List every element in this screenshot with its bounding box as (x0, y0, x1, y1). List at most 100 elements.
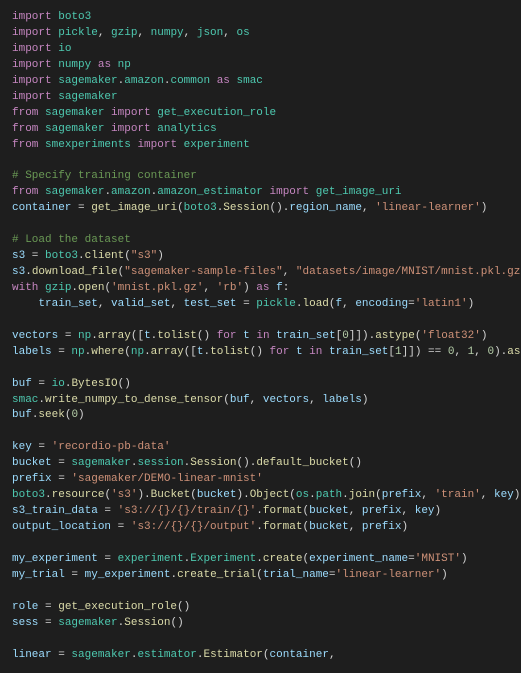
code-token: sess (12, 617, 38, 629)
code-token: . (256, 553, 263, 565)
code-token: Session (190, 457, 236, 469)
code-token: Bucket (151, 489, 191, 501)
code-line: import io (12, 42, 509, 58)
code-token (210, 75, 217, 87)
code-line: bucket = sagemaker.session.Session().def… (12, 456, 509, 472)
code-token: as (256, 282, 269, 294)
code-token: Session (223, 202, 269, 214)
code-token: (). (237, 457, 257, 469)
code-line: buf = io.BytesIO() (12, 377, 509, 393)
code-token: amazon (124, 75, 164, 87)
code-token: = (32, 378, 52, 390)
code-token: open (78, 282, 104, 294)
code-token: bucket (309, 505, 349, 517)
code-token: with (12, 282, 38, 294)
code-token: train_set (38, 298, 97, 310)
code-token: from (12, 123, 38, 135)
code-token: my_trial (12, 569, 65, 581)
code-token: import (111, 107, 151, 119)
code-token: , (349, 521, 362, 533)
code-token (230, 75, 237, 87)
code-token: container (12, 202, 71, 214)
code-token: import (12, 11, 52, 23)
code-token: np (118, 59, 131, 71)
code-line: train_set, valid_set, test_set = pickle.… (12, 297, 509, 313)
code-token: . (184, 553, 191, 565)
code-token: np (71, 346, 84, 358)
code-token: prefix (382, 489, 422, 501)
code-token: prefix (12, 473, 52, 485)
code-token: pickle (256, 298, 296, 310)
code-token: resource (52, 489, 105, 501)
code-token: "datasets/image/MNIST/mnist.pkl.gz" (296, 266, 521, 278)
code-token: ( (303, 553, 310, 565)
code-token: 'MNIST' (415, 553, 461, 565)
code-token: ( (223, 394, 230, 406)
code-token: container (270, 649, 329, 661)
code-token: ([ (184, 346, 197, 358)
code-token: io (52, 378, 65, 390)
code-token: get_execution_role (58, 601, 177, 613)
code-token: = (52, 473, 72, 485)
code-token: labels (322, 394, 362, 406)
code-token: create_trial (177, 569, 256, 581)
code-token: amazon (111, 186, 151, 198)
code-line: output_location = 's3://{}/{}/output'.fo… (12, 520, 509, 536)
code-token: 0 (342, 330, 349, 342)
code-token: 'mnist.pkl.gz' (111, 282, 203, 294)
code-token: seek (38, 409, 64, 421)
code-token: io (58, 43, 71, 55)
code-token: ). (236, 489, 249, 501)
code-token: () (349, 457, 362, 469)
code-token: my_experiment (12, 553, 98, 565)
code-token: amazon_estimator (157, 186, 263, 198)
code-token: ( (177, 202, 184, 214)
code-token: "sagemaker-sample-files" (124, 266, 282, 278)
code-token: write_numpy_to_dense_tensor (45, 394, 223, 406)
code-token: sagemaker (71, 649, 130, 661)
code-token: where (91, 346, 124, 358)
code-token: . (296, 298, 303, 310)
code-token: ). (137, 489, 150, 501)
code-token: , (309, 394, 322, 406)
code-token: f (276, 282, 283, 294)
code-token: : (283, 282, 290, 294)
code-token: . (78, 250, 85, 262)
code-token: prefix (362, 521, 402, 533)
code-token: train_set (329, 346, 388, 358)
code-line (12, 313, 509, 329)
code-line (12, 584, 509, 600)
code-token: astype (507, 346, 521, 358)
code-token: ). (494, 346, 507, 358)
code-token: . (144, 346, 151, 358)
code-token: = (52, 457, 72, 469)
code-token: array (98, 330, 131, 342)
code-token: BytesIO (71, 378, 117, 390)
code-token: )). (514, 489, 521, 501)
code-line: from sagemaker.amazon.amazon_estimator i… (12, 185, 509, 201)
code-token: ) (481, 330, 488, 342)
code-token: download_file (32, 266, 118, 278)
code-token: 's3' (111, 489, 137, 501)
code-token: ) (243, 282, 256, 294)
code-token: (). (270, 202, 290, 214)
code-token: create (263, 553, 303, 565)
code-token: , (349, 505, 362, 517)
code-token: 's3://{}/{}/train/{}' (118, 505, 257, 517)
code-token: 'rb' (217, 282, 243, 294)
code-token: sagemaker (45, 123, 104, 135)
code-token: smac (237, 75, 263, 87)
code-line: import sagemaker (12, 90, 509, 106)
code-token: import (12, 75, 52, 87)
code-token: ( (289, 489, 296, 501)
code-token: in (256, 330, 269, 342)
code-token: os (236, 27, 249, 39)
code-token: 'sagemaker/DEMO-linear-mnist' (71, 473, 262, 485)
code-token: ) (78, 409, 85, 421)
code-token: gzip (45, 282, 71, 294)
code-token: = (65, 569, 85, 581)
code-token: , (481, 489, 494, 501)
code-token: boto3 (45, 250, 78, 262)
code-token: session (137, 457, 183, 469)
code-token: t (144, 330, 151, 342)
